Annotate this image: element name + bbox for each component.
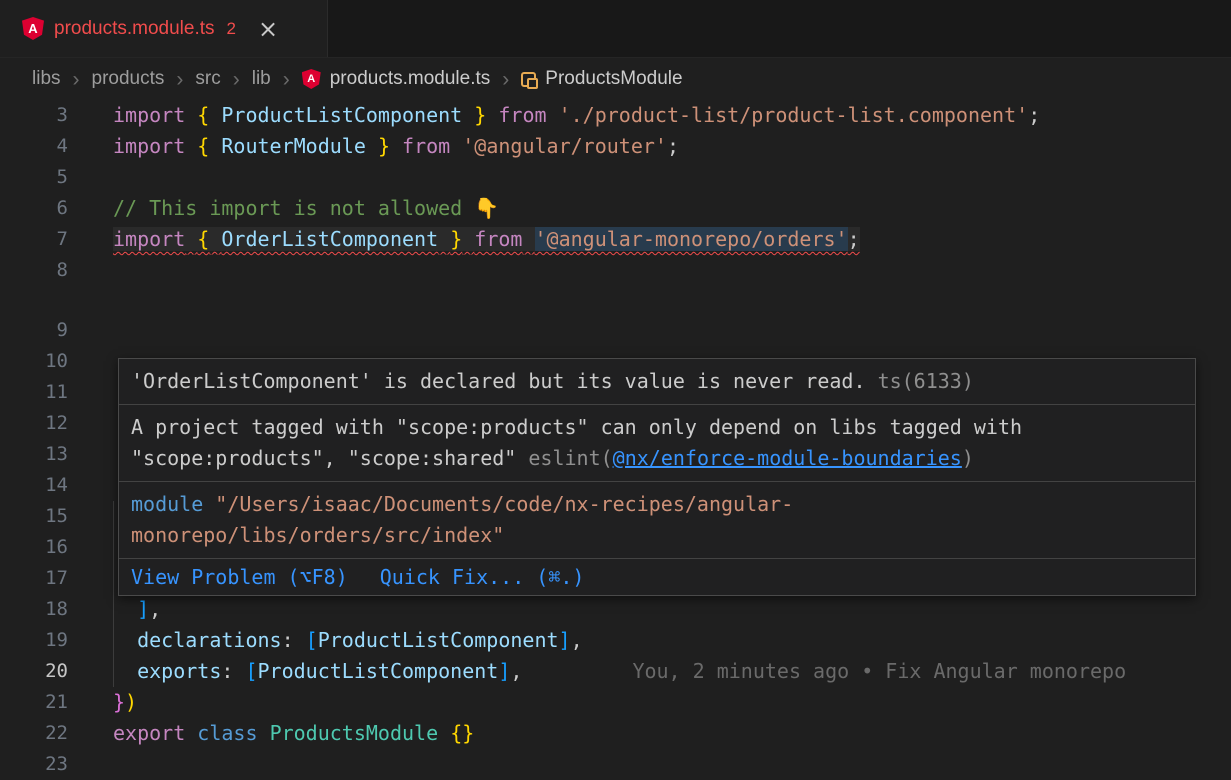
angular-icon-letter: A xyxy=(28,21,37,36)
code-line[interactable]: 6 // This import is not allowed 👇 xyxy=(0,193,1231,224)
line-number: 3 xyxy=(0,100,68,131)
code-text: declarations: [ProductListComponent], xyxy=(137,628,583,652)
error-hover-popup: 'OrderListComponent' is declared but its… xyxy=(118,358,1196,596)
eslint-source-prefix: eslint( xyxy=(528,446,612,470)
code-line[interactable]: 21}) xyxy=(0,687,1231,718)
breadcrumb-item-symbol[interactable]: ProductsModule xyxy=(521,68,682,90)
line-number: 21 xyxy=(0,687,68,718)
angular-icon: A xyxy=(22,17,44,40)
code-line[interactable]: 18], xyxy=(0,594,1231,625)
line-number: 23 xyxy=(0,749,68,780)
line-number: 14 xyxy=(0,470,68,501)
line-number: 11 xyxy=(0,377,68,408)
vscode-window: A products.module.ts 2 × libs › products… xyxy=(0,0,1231,780)
code-line[interactable]: 5 xyxy=(0,162,1231,193)
view-problem-button[interactable]: View Problem (⌥F8) xyxy=(131,564,348,590)
eslint-rule-link[interactable]: @nx/enforce-module-boundaries xyxy=(613,446,962,470)
breadcrumb-separator-icon: › xyxy=(283,69,290,90)
line-number: 7 xyxy=(0,224,68,255)
quick-fix-button[interactable]: Quick Fix... (⌘.) xyxy=(380,564,585,590)
code-text: exports: [ProductListComponent], xyxy=(137,659,522,683)
code-text: // This import is not allowed 👇 xyxy=(113,196,499,220)
tab-bar: A products.module.ts 2 × xyxy=(0,0,1231,58)
line-number: 18 xyxy=(0,594,68,625)
module-path-line1: "/Users/isaac/Documents/code/nx-recipes/… xyxy=(203,492,793,516)
code-line[interactable]: 19 declarations: [ProductListComponent], xyxy=(0,625,1231,656)
code-line[interactable]: 20 exports: [ProductListComponent], You, 2… xyxy=(0,656,1231,687)
module-info: module "/Users/isaac/Documents/code/nx-r… xyxy=(119,482,1195,559)
eslint-error-line1: A project tagged with "scope:products" c… xyxy=(131,415,1022,439)
line-number: 22 xyxy=(0,718,68,749)
line-number: 5 xyxy=(0,162,68,193)
code-line[interactable]: 8 xyxy=(0,255,1231,286)
indent-guides xyxy=(113,625,137,656)
module-keyword: module xyxy=(131,492,203,516)
breadcrumb-item-libs[interactable]: libs xyxy=(32,68,61,90)
line-number: 6 xyxy=(0,193,68,224)
code-line[interactable]: 4 import { RouterModule } from '@angular/… xyxy=(0,131,1231,162)
tab-problem-count-badge: 2 xyxy=(227,19,236,39)
code-text: ], xyxy=(137,597,161,621)
indent-guides xyxy=(113,656,137,687)
breadcrumb-separator-icon: › xyxy=(176,69,183,90)
code-text: import { RouterModule } from '@angular/r… xyxy=(113,134,679,158)
tab-products-module[interactable]: A products.module.ts 2 × xyxy=(0,0,328,57)
line-number: 4 xyxy=(0,131,68,162)
code-line[interactable]: 22 export class ProductsModule {} xyxy=(0,718,1231,749)
line-number: 17 xyxy=(0,563,68,594)
eslint-source-suffix: ) xyxy=(962,446,974,470)
module-path-line2: monorepo/libs/orders/src/index" xyxy=(131,523,504,547)
line-number: 19 xyxy=(0,625,68,656)
breadcrumb-separator-icon: › xyxy=(233,69,240,90)
line-number: 15 xyxy=(0,501,68,532)
ts-error-message: 'OrderListComponent' is declared but its… xyxy=(119,359,1195,405)
breadcrumb-separator-icon: › xyxy=(73,69,80,90)
breadcrumb-symbol-label: ProductsModule xyxy=(545,68,682,90)
hover-actions: View Problem (⌥F8) Quick Fix... (⌘.) xyxy=(119,559,1195,595)
editor[interactable]: 3 import { ProductListComponent } from '.… xyxy=(0,100,1231,780)
ts-error-source: ts(6133) xyxy=(878,369,974,393)
close-tab-icon[interactable]: × xyxy=(258,17,278,41)
breadcrumb-item-lib[interactable]: lib xyxy=(252,68,271,90)
tab-title: products.module.ts xyxy=(54,18,215,40)
angular-icon: A xyxy=(302,69,321,89)
line-number: 10 xyxy=(0,346,68,377)
breadcrumb: libs › products › src › lib › A products… xyxy=(0,58,1231,100)
code-line[interactable]: 23 xyxy=(0,749,1231,780)
code-text: export class ProductsModule {} xyxy=(113,721,474,745)
breadcrumb-item-file[interactable]: A products.module.ts xyxy=(302,68,491,90)
line-number: 9 xyxy=(0,315,68,346)
line-number: 12 xyxy=(0,408,68,439)
eslint-error-line2: "scope:products", "scope:shared" xyxy=(131,446,528,470)
breadcrumb-separator-icon: › xyxy=(502,69,509,90)
code-line[interactable]: 9 xyxy=(0,315,1231,346)
indent-guides xyxy=(113,594,137,625)
code-text: import { ProductListComponent } from './… xyxy=(113,103,1040,127)
breadcrumb-file-label: products.module.ts xyxy=(330,68,491,90)
line-number: 8 xyxy=(0,255,68,286)
git-blame-annotation: You, 2 minutes ago • Fix Angular monorep… xyxy=(632,659,1126,683)
line-number: 13 xyxy=(0,439,68,470)
breadcrumb-item-products[interactable]: products xyxy=(92,68,165,90)
code-line[interactable]: 3 import { ProductListComponent } from '.… xyxy=(0,100,1231,131)
code-text: }) xyxy=(113,690,137,714)
line-number: 20 xyxy=(0,656,68,687)
breadcrumb-item-src[interactable]: src xyxy=(195,68,220,90)
class-symbol-icon xyxy=(521,72,536,87)
code-line[interactable]: 7 import { OrderListComponent } from '@an… xyxy=(0,224,1231,255)
angular-icon-letter: A xyxy=(307,73,315,85)
ts-error-text: 'OrderListComponent' is declared but its… xyxy=(131,369,866,393)
line-number: 16 xyxy=(0,532,68,563)
code-text: import { OrderListComponent } from '@ang… xyxy=(113,227,860,251)
eslint-error-message: A project tagged with "scope:products" c… xyxy=(119,405,1195,482)
